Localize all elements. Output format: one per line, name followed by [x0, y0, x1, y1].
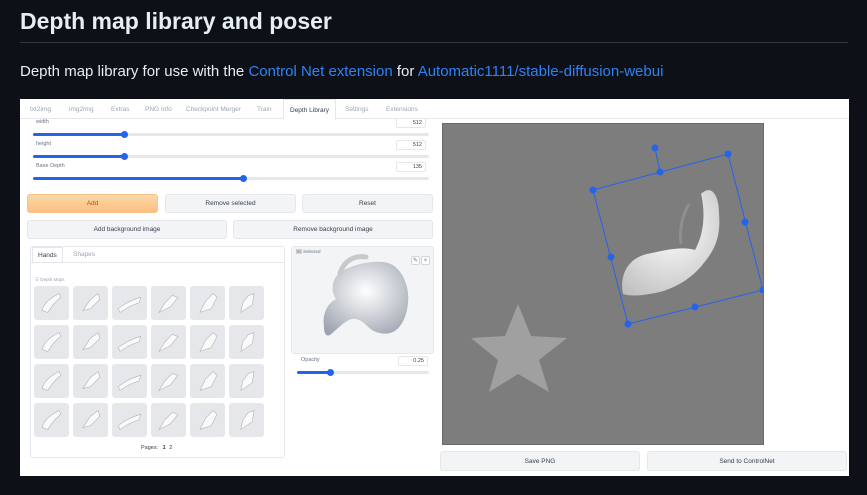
- page-heading: Depth map library and poser: [20, 8, 332, 34]
- height-fill: [33, 155, 125, 158]
- depth-map-thumbnail[interactable]: [112, 403, 147, 437]
- depth-map-thumbnail[interactable]: [73, 286, 108, 320]
- tab-depth-library[interactable]: Depth Library: [283, 99, 337, 120]
- heading-divider: [20, 42, 848, 43]
- tab-img2img[interactable]: img2img: [69, 106, 94, 113]
- opacity-label: Opacity: [301, 357, 320, 363]
- pose-canvas[interactable]: [442, 123, 764, 445]
- remove-selected-button[interactable]: Remove selected: [165, 194, 296, 213]
- depth-map-thumbnail[interactable]: [190, 325, 225, 359]
- depth-map-thumbnail[interactable]: [34, 325, 69, 359]
- depth-map-thumbnail[interactable]: [190, 286, 225, 320]
- pagination: Pages: 1 2: [141, 445, 172, 451]
- depth-map-thumbnail[interactable]: [151, 403, 186, 437]
- depth-map-thumbnail[interactable]: [151, 325, 186, 359]
- base-depth-slider[interactable]: Base Depth 135: [30, 162, 430, 183]
- selected-hand-image: [323, 254, 409, 336]
- width-label: width: [36, 119, 49, 125]
- star-shape: [471, 304, 567, 392]
- height-label: height: [36, 141, 51, 147]
- depth-map-thumbnail[interactable]: [34, 364, 69, 398]
- base-depth-track[interactable]: [33, 175, 429, 182]
- base-depth-fill: [33, 177, 243, 180]
- tab-extensions[interactable]: Extensions: [386, 106, 418, 113]
- add-button[interactable]: Add: [27, 194, 158, 213]
- tab-extras[interactable]: Extras: [111, 106, 129, 113]
- tab-checkpoint-merger[interactable]: Checkpoint Merger: [186, 106, 241, 113]
- send-to-controlnet-button[interactable]: Send to ControlNet: [647, 451, 847, 471]
- opacity-value[interactable]: 0.25: [398, 356, 428, 366]
- opacity-knob[interactable]: [327, 369, 334, 376]
- description-prefix: Depth map library for use with the: [20, 63, 249, 80]
- height-value[interactable]: 512: [396, 140, 426, 150]
- pages-label: Pages:: [141, 445, 159, 451]
- depth-map-thumbnail[interactable]: [73, 403, 108, 437]
- description-middle: for: [392, 63, 418, 80]
- depth-map-thumbnail[interactable]: [229, 403, 264, 437]
- depth-map-thumbnail[interactable]: [229, 364, 264, 398]
- depth-maps-label: ☰ Depth Maps: [35, 277, 65, 282]
- depth-map-thumbnail[interactable]: [34, 403, 69, 437]
- selected-preview: 🖼 Selected ✎ ×: [291, 246, 434, 354]
- width-value[interactable]: 512: [396, 118, 426, 128]
- tab-shapes[interactable]: Shapes: [73, 251, 95, 258]
- reset-button[interactable]: Reset: [302, 194, 433, 213]
- pose-canvas-drawing: [471, 144, 763, 392]
- depth-library-panel: Hands Shapes ☰ Depth Maps Pages: 1 2: [30, 246, 285, 458]
- tab-png-info[interactable]: PNG Info: [145, 106, 172, 113]
- save-png-button[interactable]: Save PNG: [440, 451, 640, 471]
- opacity-slider[interactable]: Opacity 0.25: [291, 356, 434, 382]
- height-track[interactable]: [33, 153, 429, 160]
- page-1[interactable]: 1: [163, 445, 166, 451]
- panel-tab-divider: [31, 262, 284, 263]
- depth-map-thumbnail[interactable]: [151, 364, 186, 398]
- remove-background-button[interactable]: Remove background image: [233, 220, 433, 239]
- description: Depth map library for use with the Contr…: [20, 63, 663, 80]
- depth-map-thumbnail[interactable]: [112, 364, 147, 398]
- opacity-fill: [297, 371, 330, 374]
- width-knob[interactable]: [121, 131, 129, 138]
- width-track[interactable]: [33, 131, 429, 138]
- automatic1111-link[interactable]: Automatic1111/stable-diffusion-webui: [418, 63, 664, 80]
- base-depth-label: Base Depth: [36, 163, 65, 169]
- selection-handles: [589, 144, 763, 328]
- opacity-track[interactable]: [297, 369, 429, 376]
- depth-map-thumbnail[interactable]: [151, 286, 186, 320]
- width-slider[interactable]: width 512: [30, 118, 430, 139]
- hand-depth-map: [622, 190, 720, 296]
- depth-map-thumbnail[interactable]: [73, 364, 108, 398]
- control-net-link[interactable]: Control Net extension: [248, 63, 392, 80]
- base-depth-knob[interactable]: [239, 175, 247, 182]
- depth-map-thumbnail[interactable]: [190, 364, 225, 398]
- tab-bar: txt2img img2img Extras PNG Info Checkpoi…: [20, 99, 849, 120]
- height-slider[interactable]: height 512: [30, 140, 430, 161]
- tab-settings[interactable]: Settings: [345, 106, 369, 113]
- page-2[interactable]: 2: [169, 445, 172, 451]
- depth-map-thumbnail[interactable]: [229, 325, 264, 359]
- height-knob[interactable]: [121, 153, 129, 160]
- depth-map-thumbnail[interactable]: [190, 403, 225, 437]
- screenshot-image: txt2img img2img Extras PNG Info Checkpoi…: [20, 99, 849, 476]
- base-depth-value[interactable]: 135: [396, 162, 426, 172]
- tab-train[interactable]: Train: [257, 106, 272, 113]
- depth-map-thumbnail[interactable]: [34, 286, 69, 320]
- selection-box: [592, 147, 763, 325]
- depth-map-thumbnail[interactable]: [73, 325, 108, 359]
- depth-map-thumbnail[interactable]: [112, 325, 147, 359]
- add-background-button[interactable]: Add background image: [27, 220, 227, 239]
- tab-txt2img[interactable]: txt2img: [30, 106, 51, 113]
- depth-map-thumbnail[interactable]: [229, 286, 264, 320]
- depth-map-thumbnail[interactable]: [112, 286, 147, 320]
- width-fill: [33, 133, 125, 136]
